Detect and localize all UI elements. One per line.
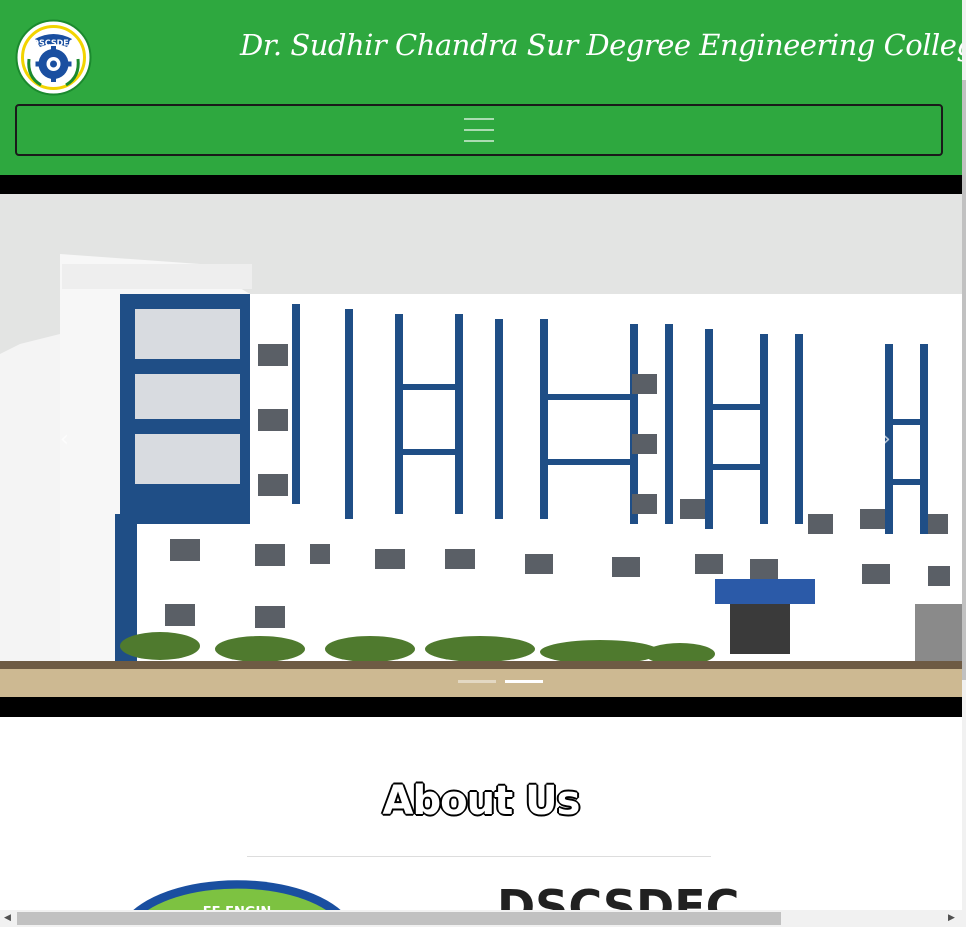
about-us-title: About Us [382, 778, 581, 824]
college-logo[interactable]: DSCSDEC [15, 19, 92, 96]
hamburger-icon[interactable] [464, 118, 494, 142]
scroll-right-icon[interactable]: ▶ [948, 912, 955, 925]
carousel-indicator-1[interactable] [458, 680, 496, 683]
horizontal-scrollbar-thumb[interactable] [17, 912, 781, 925]
horizontal-scrollbar[interactable]: ◀ ▶ [0, 910, 966, 927]
chevron-right-icon: › [882, 427, 891, 452]
carousel-next-control[interactable]: › [882, 427, 891, 452]
section-divider [247, 856, 711, 857]
navbar [15, 104, 943, 156]
scroll-left-icon[interactable]: ◀ [4, 912, 11, 925]
carousel-prev-control[interactable]: ‹ [60, 427, 69, 452]
chevron-left-icon: ‹ [60, 427, 69, 452]
college-building-photo [0, 194, 962, 697]
carousel-indicator-2[interactable] [505, 680, 543, 683]
carousel-indicators [0, 680, 962, 684]
vertical-scrollbar-thumb[interactable] [962, 80, 966, 680]
vertical-scrollbar[interactable] [962, 0, 966, 910]
site-header: DSCSDEC Dr. Sudhir Chandra Sur Degree En… [0, 0, 966, 175]
college-name[interactable]: Dr. Sudhir Chandra Sur Degree Engineerin… [240, 28, 966, 62]
image-carousel: ‹ › [0, 175, 962, 717]
